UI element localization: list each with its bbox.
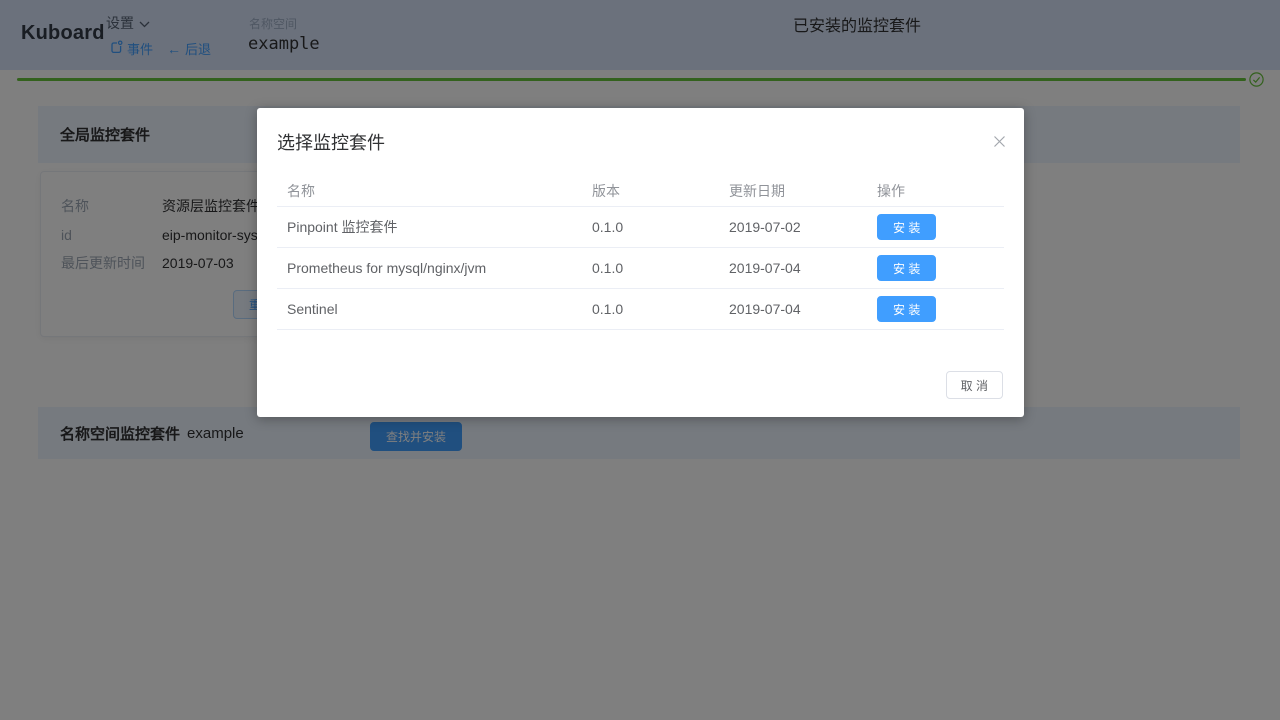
dialog-title: 选择监控套件 — [277, 129, 385, 155]
suite-name: Sentinel — [277, 301, 582, 317]
suite-updated: 2019-07-04 — [719, 301, 867, 317]
install-button[interactable]: 安 装 — [877, 255, 936, 281]
col-header-name: 名称 — [277, 181, 582, 201]
suite-updated: 2019-07-04 — [719, 260, 867, 276]
install-button[interactable]: 安 装 — [877, 214, 936, 240]
suite-version: 0.1.0 — [582, 301, 719, 317]
col-header-updated: 更新日期 — [719, 181, 867, 201]
table-header-row: 名称 版本 更新日期 操作 — [277, 175, 1004, 207]
suite-version: 0.1.0 — [582, 260, 719, 276]
kuboard-app: Kuboard 设置 事件 ← 后退 名称空间 — [0, 0, 1280, 720]
suite-updated: 2019-07-02 — [719, 219, 867, 235]
suite-name: Prometheus for mysql/nginx/jvm — [277, 260, 582, 276]
table-row: Sentinel 0.1.0 2019-07-04 安 装 — [277, 289, 1004, 330]
cancel-button[interactable]: 取 消 — [946, 371, 1003, 399]
table-row: Pinpoint 监控套件 0.1.0 2019-07-02 安 装 — [277, 207, 1004, 248]
select-suite-dialog: 选择监控套件 名称 版本 更新日期 操作 Pinpoint 监控套件 0.1.0… — [257, 108, 1024, 417]
dialog-close-button[interactable] — [991, 135, 1007, 151]
close-icon — [993, 135, 1006, 151]
suite-version: 0.1.0 — [582, 219, 719, 235]
col-header-action: 操作 — [867, 181, 1004, 201]
install-button[interactable]: 安 装 — [877, 296, 936, 322]
table-row: Prometheus for mysql/nginx/jvm 0.1.0 201… — [277, 248, 1004, 289]
suite-name: Pinpoint 监控套件 — [277, 217, 582, 237]
col-header-version: 版本 — [582, 181, 719, 201]
suites-table: 名称 版本 更新日期 操作 Pinpoint 监控套件 0.1.0 2019-0… — [277, 175, 1004, 330]
